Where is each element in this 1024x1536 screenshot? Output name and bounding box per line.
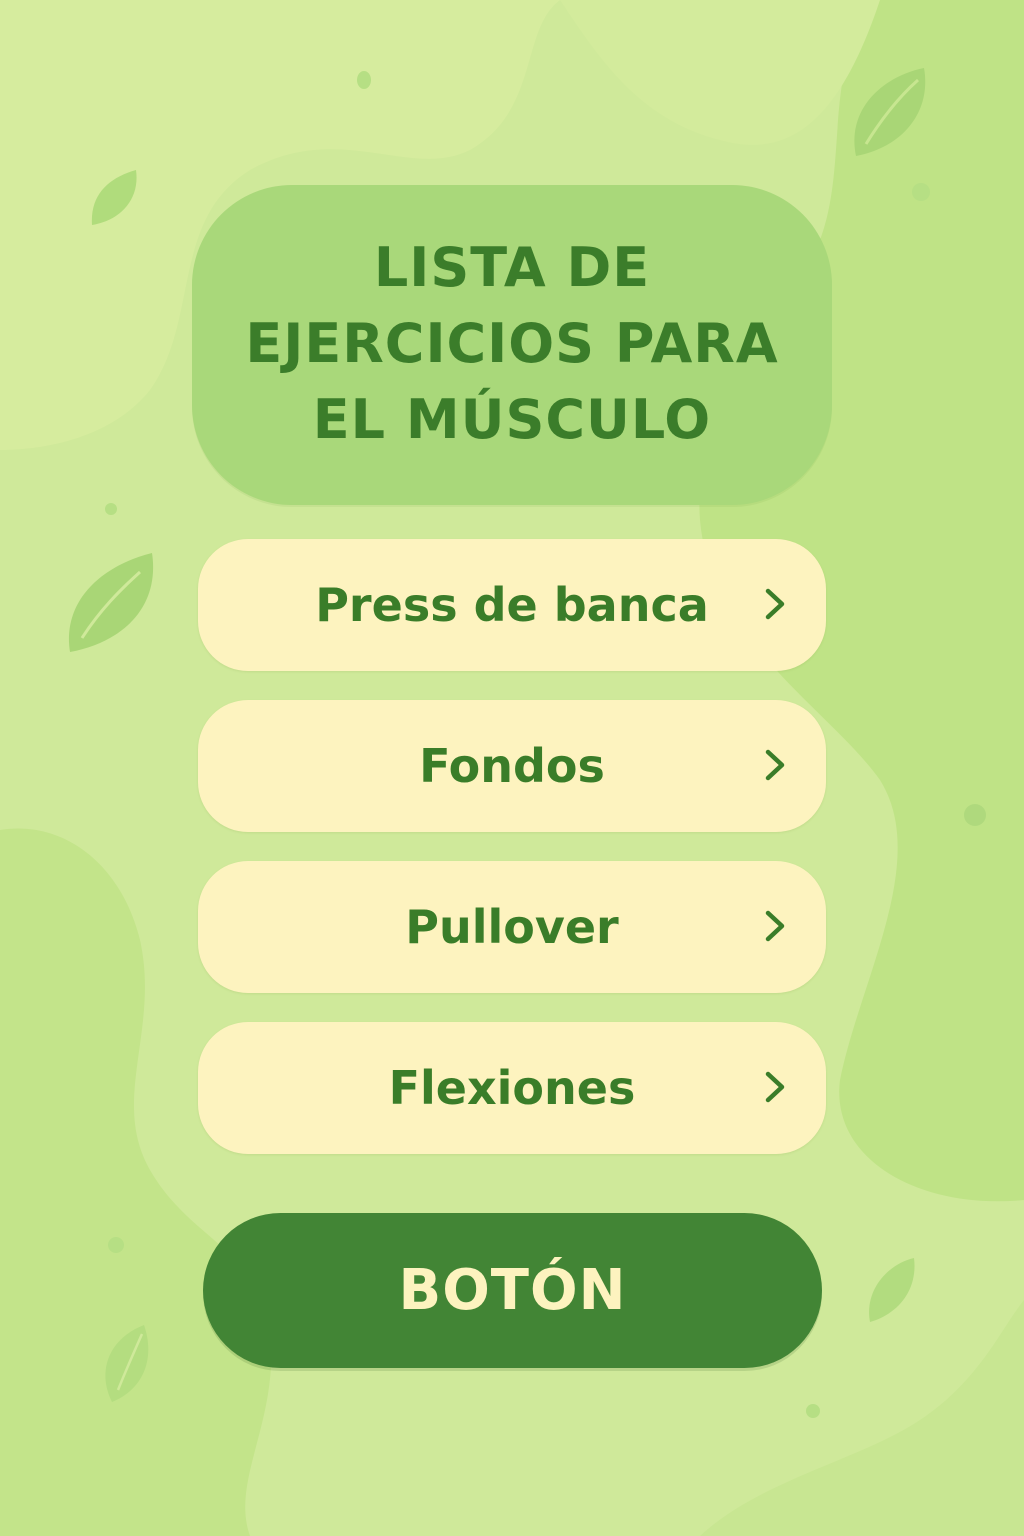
title-line: EL MÚSCULO	[312, 388, 712, 451]
title-line: LISTA DE	[373, 236, 651, 299]
list-item-fondos[interactable]: Fondos	[198, 700, 826, 832]
list-item-label: Pullover	[405, 900, 619, 954]
list-item-flexiones[interactable]: Flexiones	[198, 1022, 826, 1154]
list-item-label: Fondos	[419, 739, 605, 793]
chevron-right-icon	[765, 749, 785, 781]
page-title: LISTA DE EJERCICIOS PARA EL MÚSCULO	[212, 230, 812, 458]
title-line: EJERCICIOS PARA	[245, 312, 779, 375]
exercise-list: Press de banca Fondos Pullover Flexiones	[198, 539, 826, 1183]
chevron-right-icon	[765, 1071, 785, 1103]
main-action-button[interactable]: BOTÓN	[203, 1213, 822, 1368]
list-item-label: Press de banca	[315, 578, 709, 632]
title-card: LISTA DE EJERCICIOS PARA EL MÚSCULO	[192, 185, 832, 505]
list-item-label: Flexiones	[388, 1061, 636, 1115]
list-item-press-de-banca[interactable]: Press de banca	[198, 539, 826, 671]
chevron-right-icon	[765, 910, 785, 942]
chevron-right-icon	[765, 588, 785, 620]
list-item-pullover[interactable]: Pullover	[198, 861, 826, 993]
